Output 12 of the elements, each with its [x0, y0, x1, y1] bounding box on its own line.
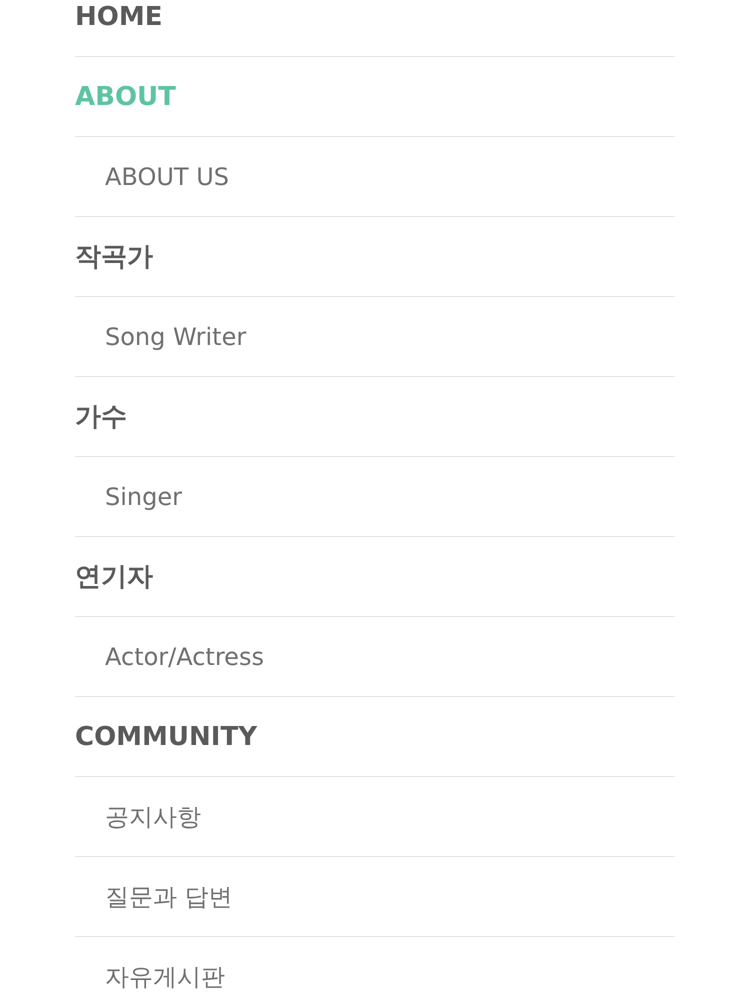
submenu-link[interactable]: ABOUT US	[105, 162, 230, 190]
menu-link[interactable]: 가수	[75, 399, 127, 434]
menu-link[interactable]: 작곡가	[75, 239, 153, 274]
submenu-link[interactable]: Singer	[105, 482, 182, 510]
submenu-link[interactable]: Actor/Actress	[105, 642, 264, 670]
submenu-link[interactable]: 공지사항	[105, 800, 201, 832]
submenu-link[interactable]: Song Writer	[105, 322, 246, 350]
menu-link[interactable]: 연기자	[75, 559, 153, 594]
menu-link[interactable]: HOME	[75, 2, 162, 32]
submenu-link[interactable]: 자유게시판	[105, 960, 225, 992]
submenu-link[interactable]: 질문과 답변	[105, 880, 233, 912]
menu-link[interactable]: COMMUNITY	[75, 722, 258, 752]
